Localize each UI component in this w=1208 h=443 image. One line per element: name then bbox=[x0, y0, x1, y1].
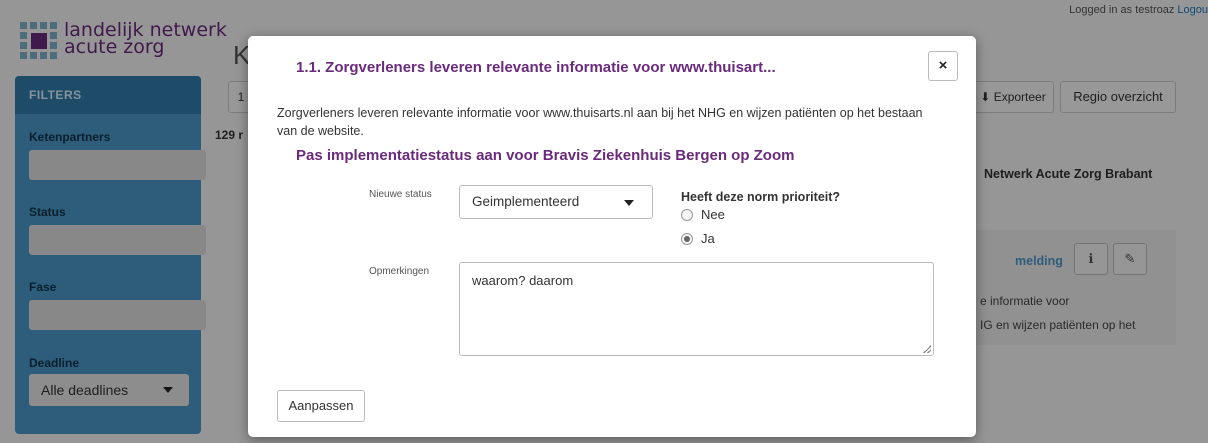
submit-button[interactable]: Aanpassen bbox=[277, 390, 365, 422]
radio-yes[interactable] bbox=[681, 232, 693, 245]
chevron-down-icon bbox=[624, 200, 634, 206]
status-value: Geimplementeerd bbox=[472, 194, 580, 209]
status-modal: 1.1. Zorgverleners leveren relevante inf… bbox=[248, 36, 976, 437]
status-label: Nieuwe status bbox=[369, 189, 432, 200]
modal-subheading: Pas implementatiestatus aan voor Bravis … bbox=[296, 147, 795, 164]
remarks-label: Opmerkingen bbox=[369, 266, 430, 277]
modal-description: Zorgverleners leveren relevante informat… bbox=[277, 106, 923, 138]
radio-no[interactable] bbox=[681, 208, 693, 221]
option-no-label: Nee bbox=[701, 207, 725, 222]
modal-title: 1.1. Zorgverleners leveren relevante inf… bbox=[296, 59, 776, 76]
close-button[interactable]: × bbox=[928, 51, 958, 81]
close-icon: × bbox=[938, 57, 948, 74]
remarks-value: waarom? daarom bbox=[472, 273, 574, 288]
status-select[interactable]: Geimplementeerd bbox=[459, 185, 653, 219]
resize-handle-icon[interactable] bbox=[923, 345, 931, 353]
option-yes-label: Ja bbox=[701, 231, 715, 246]
priority-option-yes[interactable]: Ja bbox=[681, 231, 715, 246]
priority-option-no[interactable]: Nee bbox=[681, 207, 725, 222]
priority-question: Heeft deze norm prioriteit? bbox=[681, 190, 841, 204]
remarks-textarea[interactable]: waarom? daarom bbox=[459, 262, 934, 356]
